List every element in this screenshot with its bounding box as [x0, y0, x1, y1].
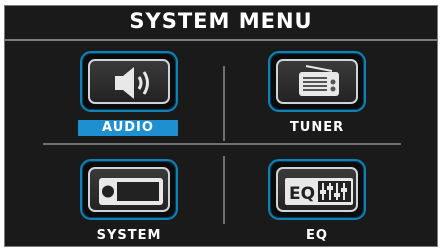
tuner-label[interactable]: TUNER — [268, 120, 366, 136]
horizontal-divider — [43, 143, 401, 145]
device-icon — [99, 178, 163, 205]
eq-label[interactable]: EQ — [268, 228, 366, 244]
vertical-divider-bottom — [223, 156, 225, 224]
equalizer-icon: EQ — [285, 178, 353, 205]
vertical-divider-top — [223, 66, 225, 141]
system-label[interactable]: SYSTEM — [80, 228, 178, 244]
title-divider — [5, 39, 437, 41]
radio-icon — [299, 65, 339, 96]
page-title: SYSTEM MENU — [129, 9, 313, 33]
tuner-button[interactable] — [268, 51, 366, 112]
eq-icon-text: EQ — [289, 184, 315, 204]
eq-button[interactable]: EQ — [268, 159, 366, 220]
speaker-icon — [115, 67, 149, 99]
system-button[interactable] — [80, 159, 178, 220]
system-menu-screen: SYSTEM MENU AUDIO TUNER SYSTEM EQ EQ — [4, 5, 438, 247]
audio-label[interactable]: AUDIO — [78, 120, 178, 136]
audio-button[interactable] — [80, 51, 178, 112]
